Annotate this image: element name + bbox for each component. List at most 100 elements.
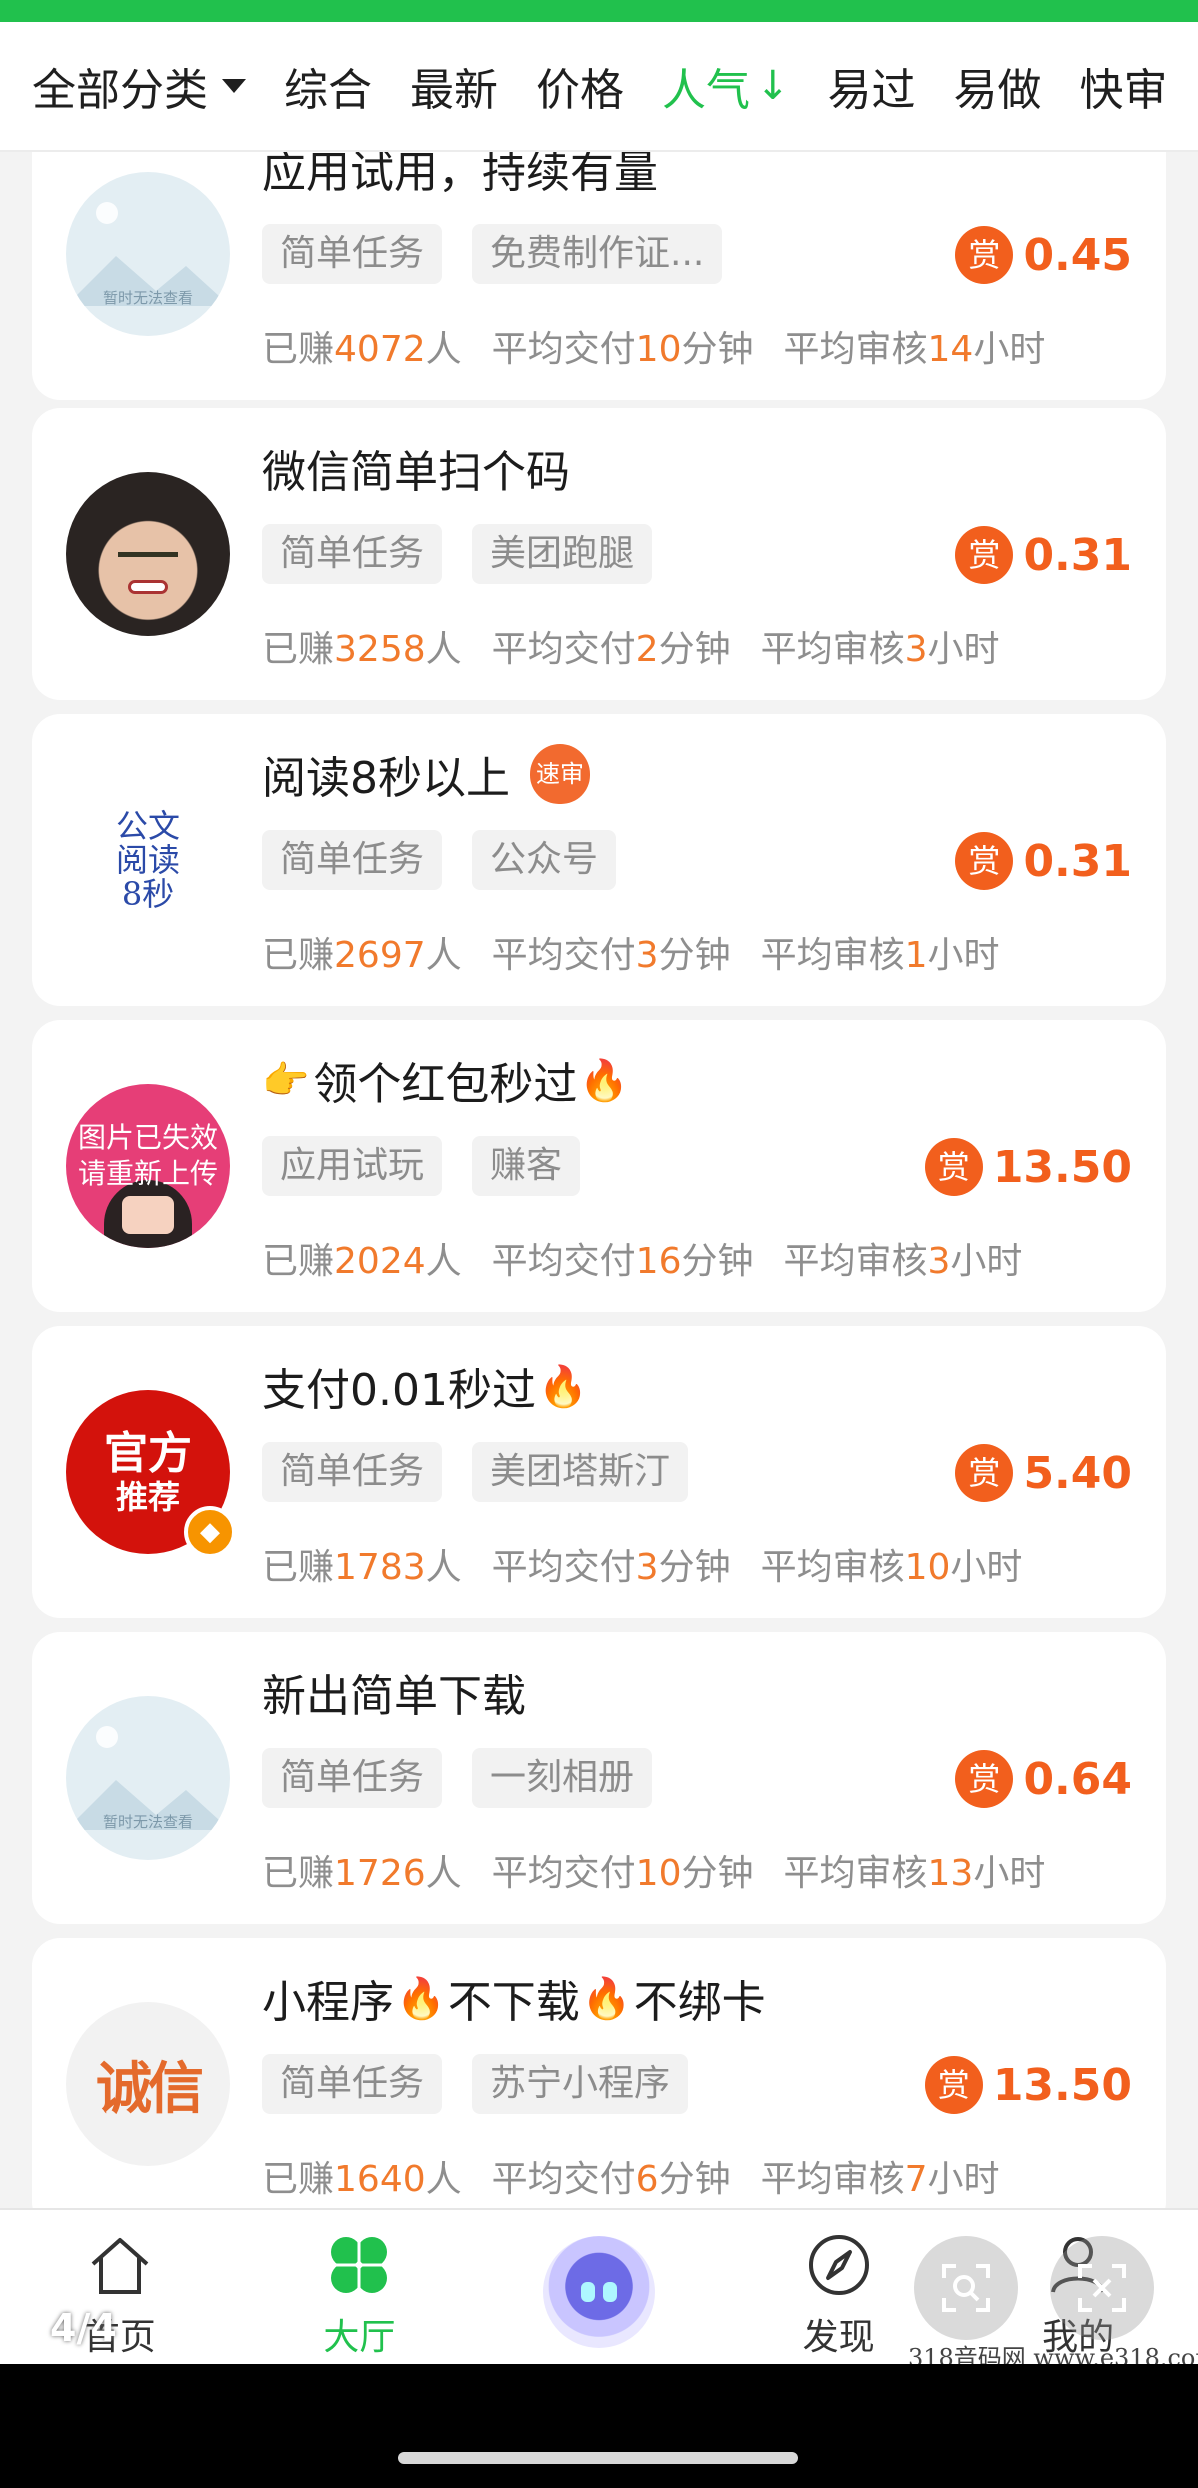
task-title-text: 不绑卡	[633, 1977, 766, 2028]
filter-price[interactable]: 价格	[536, 54, 624, 118]
reward-amount: 5.40	[1023, 1447, 1132, 1499]
task-card[interactable]: 暂时无法查看 新出简单下载 简单任务 一刻相册 赏 0.64 已赚1726人 平…	[32, 1632, 1166, 1924]
task-tag: 简单任务	[262, 830, 443, 890]
avatar: 图片已失效 请重新上传	[66, 1084, 230, 1248]
review-stat: 平均审核14小时	[784, 320, 1046, 372]
nav-home[interactable]: 首页	[0, 2210, 240, 2366]
task-list: 暂时无法查看 应用试用，持续有量 简单任务 免费制作证... 赏 0.45 已赚…	[32, 152, 1166, 2208]
stat-unit: 人	[425, 1241, 462, 1282]
reward: 赏 13.50	[924, 1138, 1132, 1196]
screenshot-search-button[interactable]	[914, 2236, 1018, 2340]
fire-icon: 🔥	[396, 1975, 446, 2022]
task-stats: 已赚4072人 平均交付10分钟 平均审核14小时	[262, 320, 1075, 372]
stat-value: 2	[635, 629, 659, 670]
placeholder-image-icon: 暂时无法查看	[66, 1696, 230, 1860]
task-tag: 苏宁小程序	[472, 2054, 689, 2114]
deliver-stat: 平均交付16分钟	[492, 1232, 754, 1284]
nav-discover-label: 发现	[802, 2317, 875, 2358]
earned-stat: 已赚2024人	[262, 1232, 462, 1284]
stat-unit: 小时	[927, 629, 1000, 670]
task-card[interactable]: 诚信 小程序 🔥 不下载 🔥 不绑卡 简单任务 苏宁小程序 赏 13.50 已赚…	[32, 1938, 1166, 2208]
stat-value: 10	[904, 1547, 951, 1588]
task-title-text: 微信简单扫个码	[262, 447, 570, 498]
task-tag: 简单任务	[262, 1442, 443, 1502]
filter-easy-pass[interactable]: 易过	[828, 54, 916, 118]
task-tag: 公众号	[472, 830, 617, 890]
task-tag: 美团塔斯汀	[472, 1442, 689, 1502]
system-navigation-area	[0, 2364, 1198, 2488]
stat-value: 10	[635, 329, 682, 370]
filter-comprehensive[interactable]: 综合	[284, 54, 372, 118]
filter-fast-review[interactable]: 快审	[1080, 54, 1168, 118]
avatar: 公文 阅读 8秒	[66, 778, 230, 942]
nav-assistant[interactable]	[479, 2210, 719, 2366]
task-card[interactable]: 暂时无法查看 应用试用，持续有量 简单任务 免费制作证... 赏 0.45 已赚…	[32, 152, 1166, 400]
avatar-caption: 暂时无法查看	[102, 1813, 193, 1831]
task-card[interactable]: 官方 推荐 ◆ 支付0.01秒过 🔥 简单任务 美团塔斯汀 赏 5.40 已赚1…	[32, 1326, 1166, 1618]
filter-all-categories[interactable]: 全部分类	[32, 54, 246, 118]
avatar	[66, 472, 230, 636]
avatar-text: 公文	[115, 807, 180, 845]
screen-record-button[interactable]	[1050, 2236, 1154, 2340]
task-title-text: 领个红包秒过	[313, 1059, 578, 1110]
reward: 赏 0.31	[955, 526, 1132, 584]
filter-label: 易做	[953, 65, 1042, 116]
stat-value: 4072	[334, 329, 426, 370]
avatar-caption: 暂时无法查看	[102, 289, 193, 307]
stat-label: 平均审核	[760, 629, 905, 670]
stat-value: 6	[635, 2159, 659, 2200]
earned-stat: 已赚1726人	[262, 1844, 462, 1896]
reward-amount: 13.50	[992, 1141, 1132, 1193]
reward: 赏 0.31	[955, 832, 1132, 890]
filter-latest[interactable]: 最新	[410, 54, 498, 118]
stat-value: 2024	[334, 1241, 426, 1282]
stat-label: 平均审核	[760, 935, 905, 976]
task-tag: 应用试玩	[262, 1136, 443, 1196]
task-tag: 简单任务	[262, 2054, 443, 2114]
task-tag: 简单任务	[262, 524, 443, 584]
task-tag: 美团跑腿	[472, 524, 653, 584]
task-tag: 简单任务	[262, 224, 443, 284]
task-card[interactable]: 微信简单扫个码 简单任务 美团跑腿 赏 0.31 已赚3258人 平均交付2分钟…	[32, 408, 1166, 700]
stat-value: 10	[635, 1853, 682, 1894]
filter-easy-do[interactable]: 易做	[954, 54, 1042, 118]
earned-stat: 已赚4072人	[262, 320, 462, 372]
stat-unit: 分钟	[681, 1853, 754, 1894]
avatar-text: 推荐	[115, 1478, 180, 1516]
task-tag: 免费制作证...	[472, 224, 723, 284]
filter-label: 最新	[410, 65, 498, 116]
stat-label: 平均交付	[491, 1547, 636, 1588]
stat-unit: 小时	[973, 1853, 1046, 1894]
reward: 赏 0.45	[955, 226, 1132, 284]
review-stat: 平均审核7小时	[761, 2150, 1000, 2202]
stat-unit: 小时	[950, 1241, 1023, 1282]
avatar: 诚信	[66, 2002, 230, 2166]
stat-value: 3	[927, 1241, 951, 1282]
deliver-stat: 平均交付3分钟	[492, 1538, 731, 1590]
task-title-text: 新出简单下载	[262, 1671, 526, 1722]
clover-icon	[331, 2237, 388, 2293]
robot-eye	[580, 2282, 595, 2302]
scissors-frame-icon	[1078, 2264, 1126, 2312]
stat-unit: 小时	[927, 935, 1000, 976]
earned-stat: 已赚2697人	[262, 926, 462, 978]
nav-hall-label: 大厅	[323, 2317, 396, 2358]
avatar-text: 请重新上传	[77, 1157, 218, 1190]
deliver-stat: 平均交付3分钟	[492, 926, 731, 978]
filter-popularity[interactable]: 人气 ↓	[662, 54, 790, 118]
task-card[interactable]: 公文 阅读 8秒 阅读8秒以上 速审 简单任务 公众号 赏 0.31 已赚269…	[32, 714, 1166, 1006]
fast-review-badge: 速审	[530, 744, 590, 804]
task-tags: 简单任务 一刻相册	[262, 1748, 682, 1808]
task-stats: 已赚1783人 平均交付3分钟 平均审核10小时	[262, 1538, 1052, 1590]
task-stats: 已赚3258人 平均交付2分钟 平均审核3小时	[262, 620, 1030, 672]
deliver-stat: 平均交付10分钟	[492, 1844, 754, 1896]
stat-label: 平均审核	[760, 2159, 905, 2200]
task-tags: 简单任务 美团塔斯汀	[262, 1442, 718, 1502]
stat-value: 1783	[334, 1547, 426, 1588]
task-card[interactable]: 图片已失效 请重新上传 👉 领个红包秒过 🔥 应用试玩 赚客 赏 13.50 已…	[32, 1020, 1166, 1312]
stat-label: 已赚	[262, 935, 335, 976]
avatar: 官方 推荐 ◆	[66, 1390, 236, 1558]
nav-hall[interactable]: 大厅	[240, 2210, 480, 2366]
filter-label: 易过	[827, 65, 916, 116]
home-indicator[interactable]	[398, 2452, 798, 2464]
